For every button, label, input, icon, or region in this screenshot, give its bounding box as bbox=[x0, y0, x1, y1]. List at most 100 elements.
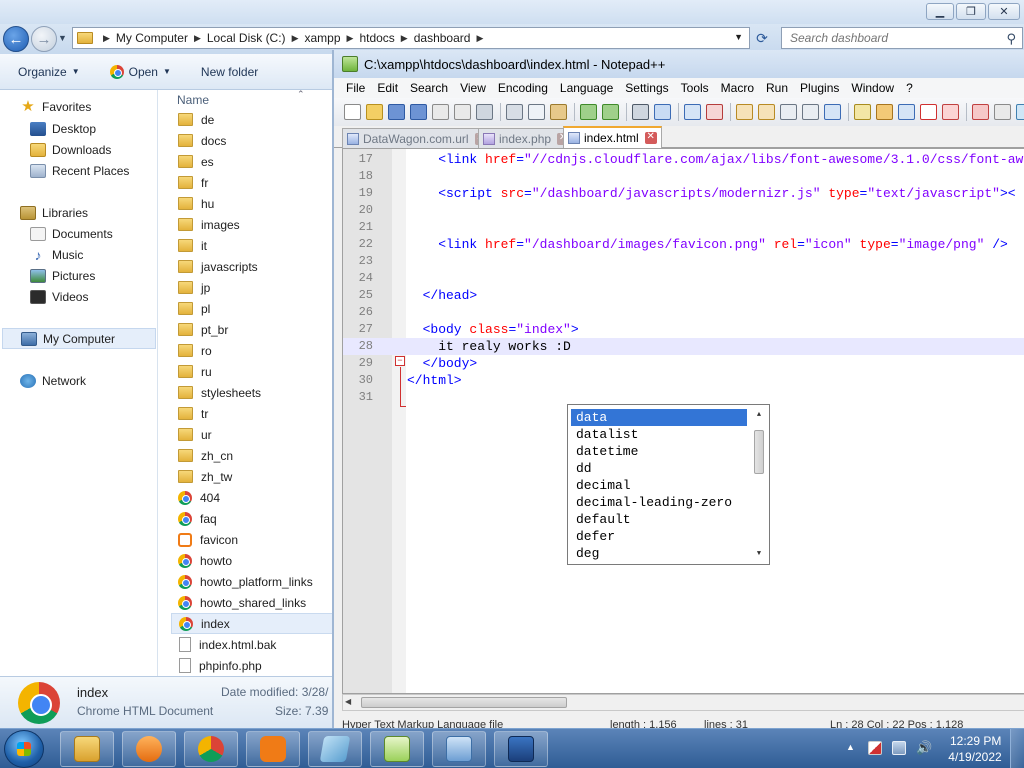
refresh-icon[interactable]: ⟳ bbox=[752, 30, 772, 48]
show-desktop-button[interactable] bbox=[1010, 729, 1024, 768]
code-line[interactable]: 17 <link href="//cdnjs.cloudflare.com/aj… bbox=[343, 151, 1024, 168]
doc-map-icon[interactable] bbox=[876, 104, 893, 120]
menu-language[interactable]: Language bbox=[554, 81, 619, 95]
file-row-howto-platform-links[interactable]: howto_platform_links bbox=[171, 571, 332, 592]
close-icon[interactable]: ✕ bbox=[644, 132, 657, 144]
nav-desktop[interactable]: Desktop bbox=[0, 118, 158, 139]
taskbar-network[interactable] bbox=[494, 731, 548, 767]
menu-settings[interactable]: Settings bbox=[619, 81, 674, 95]
maximize-button[interactable]: ❐ bbox=[956, 3, 986, 20]
search-icon[interactable]: ⚲ bbox=[1006, 31, 1016, 47]
print-icon[interactable] bbox=[476, 104, 493, 120]
save-icon[interactable] bbox=[388, 104, 405, 120]
open-file-icon[interactable] bbox=[366, 104, 383, 120]
menu-encoding[interactable]: Encoding bbox=[492, 81, 554, 95]
taskbar-explorer[interactable] bbox=[60, 731, 114, 767]
tab-datawagon-url[interactable]: DataWagon.com.url ✕ bbox=[342, 128, 492, 148]
chevron-right-icon[interactable]: ▶ bbox=[347, 33, 354, 44]
taskbar-control-panel[interactable] bbox=[432, 731, 486, 767]
file-row-phpinfo-php[interactable]: phpinfo.php bbox=[171, 655, 332, 676]
code-line[interactable]: 24 bbox=[343, 270, 1024, 287]
autocomplete-item[interactable]: defer bbox=[571, 528, 747, 545]
file-row-it[interactable]: it bbox=[171, 235, 332, 256]
file-row-404[interactable]: 404 bbox=[171, 487, 332, 508]
clock-time[interactable]: 12:29 PM bbox=[950, 734, 1001, 748]
breadcrumb-htdocs[interactable]: htdocs bbox=[359, 31, 394, 45]
breadcrumb-local-disk[interactable]: Local Disk (C:) bbox=[207, 31, 286, 45]
autocomplete-list[interactable]: data datalist datetime dd decimal decimal-lea… bbox=[567, 404, 770, 565]
autocomplete-item[interactable]: dd bbox=[571, 460, 747, 477]
code-line[interactable]: 29 </body> bbox=[343, 355, 1024, 372]
indent-guide-icon[interactable] bbox=[824, 104, 841, 120]
search-input[interactable] bbox=[790, 31, 990, 45]
nav-pictures[interactable]: Pictures bbox=[0, 265, 158, 286]
close-file-icon[interactable] bbox=[432, 104, 449, 120]
replace-icon[interactable] bbox=[654, 104, 671, 120]
code-line[interactable]: 22 <link href="/dashboard/images/favicon… bbox=[343, 236, 1024, 253]
code-editor[interactable]: 17 <link href="//cdnjs.cloudflare.com/aj… bbox=[342, 148, 1024, 694]
search-box[interactable]: ⚲ bbox=[781, 27, 1023, 49]
file-row-javascripts[interactable]: javascripts bbox=[171, 256, 332, 277]
minimize-button[interactable]: ▁ bbox=[926, 3, 954, 20]
show-hidden-icons-icon[interactable]: ▲ bbox=[846, 742, 855, 752]
organize-button[interactable]: Organize ▼ bbox=[12, 60, 86, 84]
clock-date[interactable]: 4/19/2022 bbox=[946, 750, 1004, 764]
udl-icon[interactable] bbox=[854, 104, 871, 120]
action-center-icon[interactable] bbox=[868, 741, 882, 755]
menu-help[interactable]: ? bbox=[900, 81, 919, 95]
autocomplete-item[interactable]: deg bbox=[571, 545, 747, 562]
menu-view[interactable]: View bbox=[454, 81, 492, 95]
cut-icon[interactable] bbox=[506, 104, 523, 120]
scroll-down-icon[interactable]: ▼ bbox=[752, 548, 766, 560]
chevron-right-icon[interactable]: ▶ bbox=[292, 33, 299, 44]
taskbar-chrome[interactable] bbox=[184, 731, 238, 767]
function-list-icon[interactable] bbox=[898, 104, 915, 120]
stop-record-icon[interactable] bbox=[994, 104, 1011, 120]
file-row-pl[interactable]: pl bbox=[171, 298, 332, 319]
new-file-icon[interactable] bbox=[344, 104, 361, 120]
tab-index-php[interactable]: index.php ✕ bbox=[478, 128, 575, 148]
back-arrow-icon[interactable]: ← bbox=[3, 26, 29, 52]
file-row-hu[interactable]: hu bbox=[171, 193, 332, 214]
menu-search[interactable]: Search bbox=[404, 81, 454, 95]
code-line[interactable]: 21 bbox=[343, 219, 1024, 236]
code-line[interactable]: 30 </html> bbox=[343, 372, 1024, 389]
file-row-images[interactable]: images bbox=[171, 214, 332, 235]
file-row-de[interactable]: de bbox=[171, 109, 332, 130]
nav-network[interactable]: Network bbox=[0, 370, 158, 391]
file-row-ro[interactable]: ro bbox=[171, 340, 332, 361]
file-row-pt-br[interactable]: pt_br bbox=[171, 319, 332, 340]
code-line[interactable]: 28 it realy works :D bbox=[343, 338, 1024, 355]
open-button[interactable]: Open ▼ bbox=[104, 60, 177, 84]
taskbar-notepad[interactable] bbox=[308, 731, 362, 767]
breadcrumb-dashboard[interactable]: dashboard bbox=[414, 31, 471, 45]
autocomplete-item[interactable]: data bbox=[571, 409, 747, 426]
code-line[interactable]: 25 </head> bbox=[343, 287, 1024, 304]
file-row-index[interactable]: index bbox=[171, 613, 332, 634]
start-button[interactable] bbox=[4, 730, 44, 768]
zoom-in-icon[interactable] bbox=[684, 104, 701, 120]
file-row-zh-cn[interactable]: zh_cn bbox=[171, 445, 332, 466]
file-row-ru[interactable]: ru bbox=[171, 361, 332, 382]
scrollbar-thumb[interactable] bbox=[361, 697, 567, 708]
autocomplete-item[interactable]: decimal bbox=[571, 477, 747, 494]
breadcrumb-xampp[interactable]: xampp bbox=[304, 31, 340, 45]
breadcrumb-my-computer[interactable]: My Computer bbox=[116, 31, 188, 45]
find-icon[interactable] bbox=[632, 104, 649, 120]
code-line[interactable]: 20 bbox=[343, 202, 1024, 219]
taskbar-media-player[interactable] bbox=[122, 731, 176, 767]
undo-icon[interactable] bbox=[580, 104, 597, 120]
close-button[interactable]: ✕ bbox=[988, 3, 1020, 20]
file-row-stylesheets[interactable]: stylesheets bbox=[171, 382, 332, 403]
code-line[interactable]: 19 <script src="/dashboard/javascripts/m… bbox=[343, 185, 1024, 202]
copy-icon[interactable] bbox=[528, 104, 545, 120]
volume-icon[interactable]: 🔊 bbox=[916, 741, 932, 755]
show-all-chars-icon[interactable] bbox=[802, 104, 819, 120]
new-folder-button[interactable]: New folder bbox=[195, 60, 264, 84]
nav-videos[interactable]: Videos bbox=[0, 286, 158, 307]
file-row-howto-shared-links[interactable]: howto_shared_links bbox=[171, 592, 332, 613]
autocomplete-item[interactable]: decimal-leading-zero bbox=[571, 494, 747, 511]
file-row-favicon[interactable]: favicon bbox=[171, 529, 332, 550]
code-line[interactable]: 26 bbox=[343, 304, 1024, 321]
menu-macro[interactable]: Macro bbox=[715, 81, 760, 95]
